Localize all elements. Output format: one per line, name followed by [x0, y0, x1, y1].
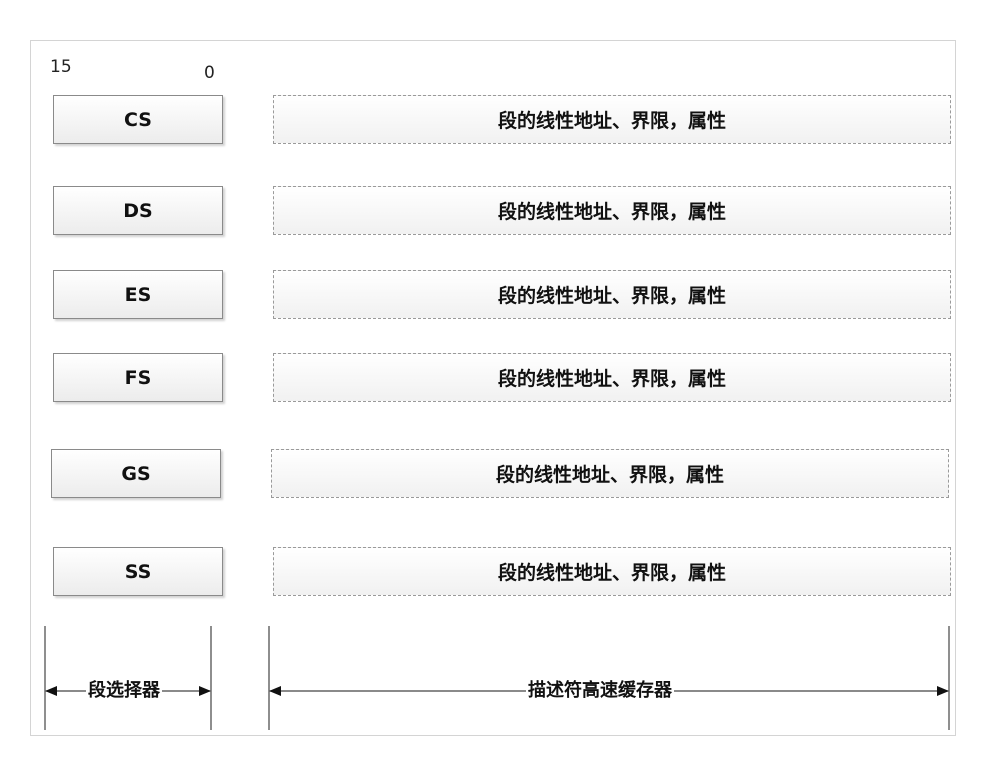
selector-arrow-left — [45, 686, 57, 696]
dimension-lines — [44, 626, 950, 730]
cache-arrow-left — [269, 686, 281, 696]
selector-arrow-right — [199, 686, 211, 696]
cache-dimension-label: 描述符高速缓存器 — [526, 680, 674, 701]
selector-dimension-label: 段选择器 — [86, 680, 162, 701]
cache-arrow-right — [937, 686, 949, 696]
